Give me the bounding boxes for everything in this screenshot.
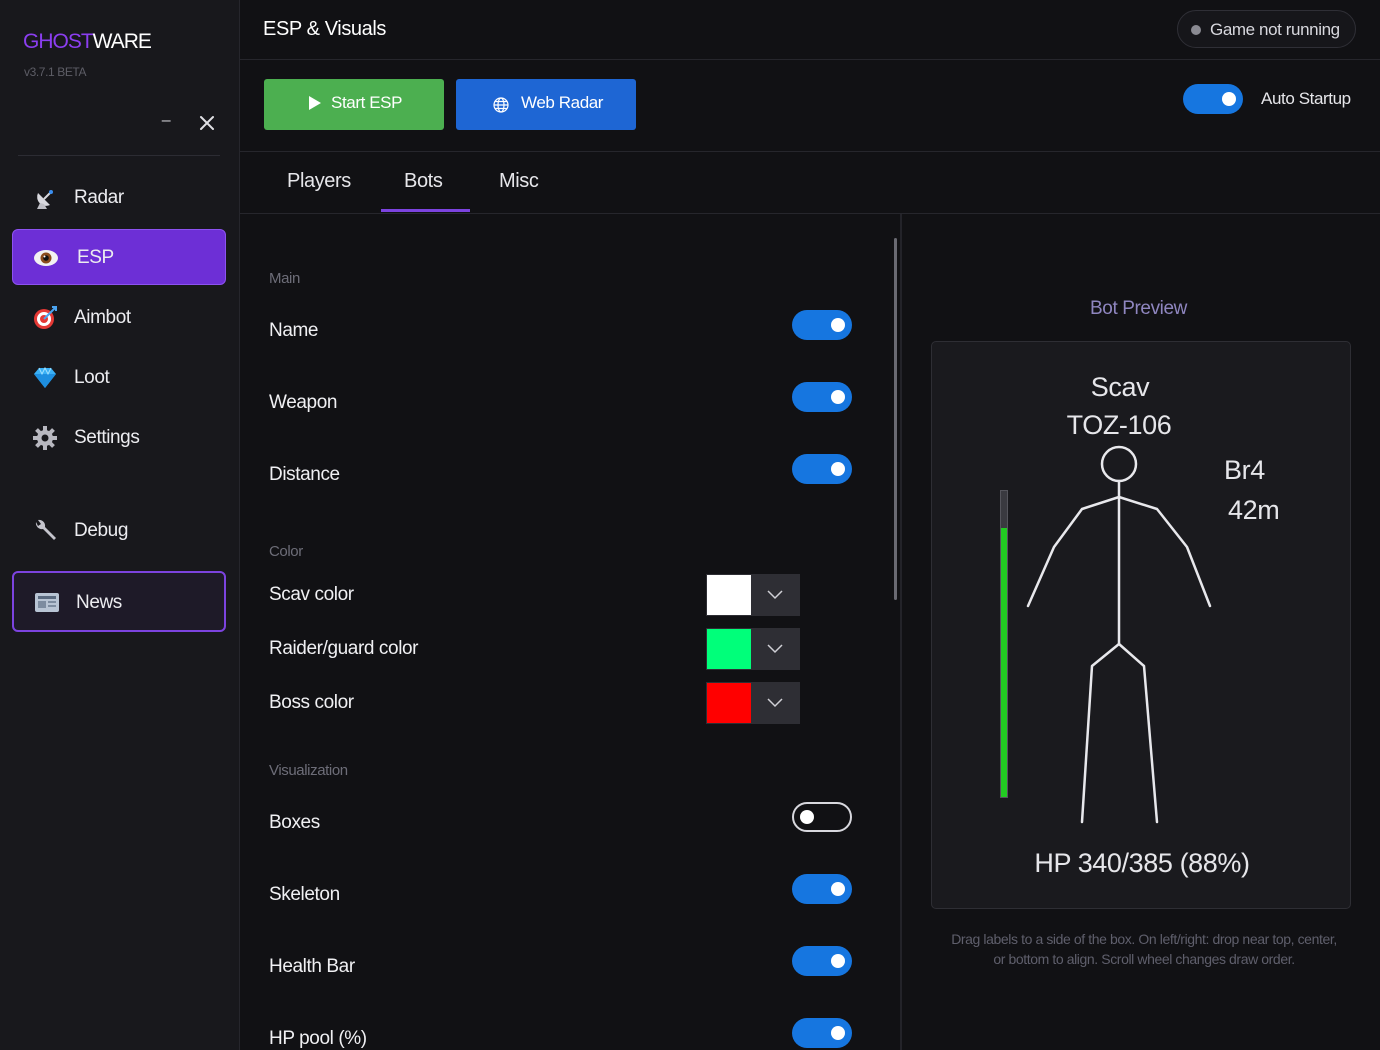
page-title: ESP & Visuals: [263, 18, 387, 40]
start-esp-button[interactable]: Start ESP: [264, 79, 444, 130]
toggle-knob: [831, 462, 845, 476]
version-label: v3.7.1 BETA: [24, 65, 87, 79]
newspaper-icon: [35, 593, 59, 612]
active-tab-indicator: [381, 209, 470, 212]
diamond-icon: [34, 366, 56, 388]
sidebar-item-label: ESP: [77, 247, 114, 268]
toolbar: Start ESP Web Radar Auto Startup: [240, 60, 1380, 152]
chevron-down-icon: [767, 644, 783, 654]
boss-color-swatch: [707, 683, 751, 723]
toggle-knob: [831, 882, 845, 896]
tab-misc[interactable]: Misc: [499, 170, 539, 193]
hp-pool-toggle[interactable]: [792, 1018, 852, 1048]
raider-color-label: Raider/guard color: [269, 638, 419, 659]
panel-divider: [900, 214, 902, 1050]
skeleton-label: Skeleton: [269, 884, 340, 905]
settings-panel: Main Name Weapon Distance Color Scav col…: [240, 214, 900, 1050]
weapon-label: Weapon: [269, 392, 338, 413]
sidebar-item-label: Settings: [74, 427, 140, 448]
gear-icon: [33, 426, 57, 450]
skeleton-figure: [1026, 445, 1212, 824]
sidebar-item-debug[interactable]: Debug: [12, 503, 226, 559]
distance-label: Distance: [269, 464, 340, 485]
close-icon: [200, 116, 214, 130]
globe-icon: [493, 97, 509, 113]
bot-preview-canvas[interactable]: Scav TOZ-106 Br4 42m HP 340/385 (88%): [931, 341, 1351, 909]
target-icon: [34, 306, 57, 329]
game-status-badge: Game not running: [1177, 10, 1356, 48]
minimize-button[interactable]: –: [156, 112, 176, 132]
status-dot-icon: [1191, 25, 1201, 35]
sidebar-item-aimbot[interactable]: Aimbot: [12, 290, 226, 346]
logo-primary: GHOST: [23, 30, 94, 53]
toggle-knob: [1222, 92, 1236, 106]
logo-secondary: WARE: [92, 30, 152, 53]
app-logo: GHOSTWARE: [23, 30, 152, 54]
toggle-knob: [831, 318, 845, 332]
satellite-dish-icon: [37, 190, 53, 209]
chevron-down-icon: [767, 698, 783, 708]
sidebar-item-esp[interactable]: ESP: [12, 229, 226, 285]
preview-title: Bot Preview: [1090, 298, 1187, 319]
preview-hint-text: Drag labels to a side of the box. On lef…: [951, 931, 1337, 967]
tab-players[interactable]: Players: [287, 170, 351, 193]
sidebar-item-label: Loot: [74, 367, 110, 388]
sidebar-item-radar[interactable]: Radar: [12, 170, 226, 226]
sidebar: GHOSTWARE v3.7.1 BETA – Radar ESP Aimbot…: [0, 0, 240, 1050]
section-main-header: Main: [269, 270, 300, 287]
preview-hp-label[interactable]: HP 340/385 (88%): [992, 848, 1292, 879]
sidebar-item-label: Aimbot: [74, 307, 131, 328]
web-radar-label: Web Radar: [521, 93, 604, 112]
raider-color-picker[interactable]: [706, 628, 800, 670]
boxes-toggle[interactable]: [792, 802, 852, 832]
scav-color-picker[interactable]: [706, 574, 800, 616]
sidebar-item-label: Debug: [74, 520, 128, 541]
tab-bots[interactable]: Bots: [404, 170, 443, 193]
sidebar-item-news[interactable]: News: [12, 571, 226, 632]
weapon-toggle[interactable]: [792, 382, 852, 412]
start-esp-label: Start ESP: [331, 93, 403, 112]
play-icon: [309, 96, 321, 110]
raider-color-swatch: [707, 629, 751, 669]
toggle-knob: [831, 390, 845, 404]
name-toggle[interactable]: [792, 310, 852, 340]
sidebar-item-label: News: [76, 592, 122, 613]
close-button[interactable]: [196, 112, 218, 134]
toggle-knob: [831, 954, 845, 968]
scav-color-label: Scav color: [269, 584, 354, 605]
boss-color-picker[interactable]: [706, 682, 800, 724]
section-color-header: Color: [269, 543, 303, 560]
scav-color-swatch: [707, 575, 751, 615]
boss-color-label: Boss color: [269, 692, 354, 713]
sidebar-divider: [18, 155, 220, 156]
sidebar-item-loot[interactable]: Loot: [12, 350, 226, 406]
health-bar-label: Health Bar: [269, 956, 355, 977]
eye-icon: [34, 250, 58, 266]
header: ESP & Visuals Game not running: [240, 0, 1380, 60]
settings-scrollbar[interactable]: [894, 238, 897, 600]
sidebar-item-label: Radar: [74, 187, 124, 208]
section-visualization-header: Visualization: [269, 762, 348, 779]
sidebar-item-settings[interactable]: Settings: [12, 410, 226, 466]
name-label: Name: [269, 320, 319, 341]
web-radar-button[interactable]: Web Radar: [456, 79, 636, 130]
toggle-knob: [831, 1026, 845, 1040]
health-bar-toggle[interactable]: [792, 946, 852, 976]
distance-toggle[interactable]: [792, 454, 852, 484]
toggle-knob: [800, 810, 814, 824]
tab-bar: Players Bots Misc: [240, 152, 1380, 214]
chevron-down-icon: [767, 590, 783, 600]
hp-pool-label: HP pool (%): [269, 1028, 367, 1049]
skeleton-toggle[interactable]: [792, 874, 852, 904]
game-status-text: Game not running: [1210, 20, 1340, 39]
wrench-icon: [35, 519, 56, 540]
auto-startup-label: Auto Startup: [1261, 89, 1351, 108]
boxes-label: Boxes: [269, 812, 320, 833]
auto-startup-toggle[interactable]: [1183, 84, 1243, 114]
